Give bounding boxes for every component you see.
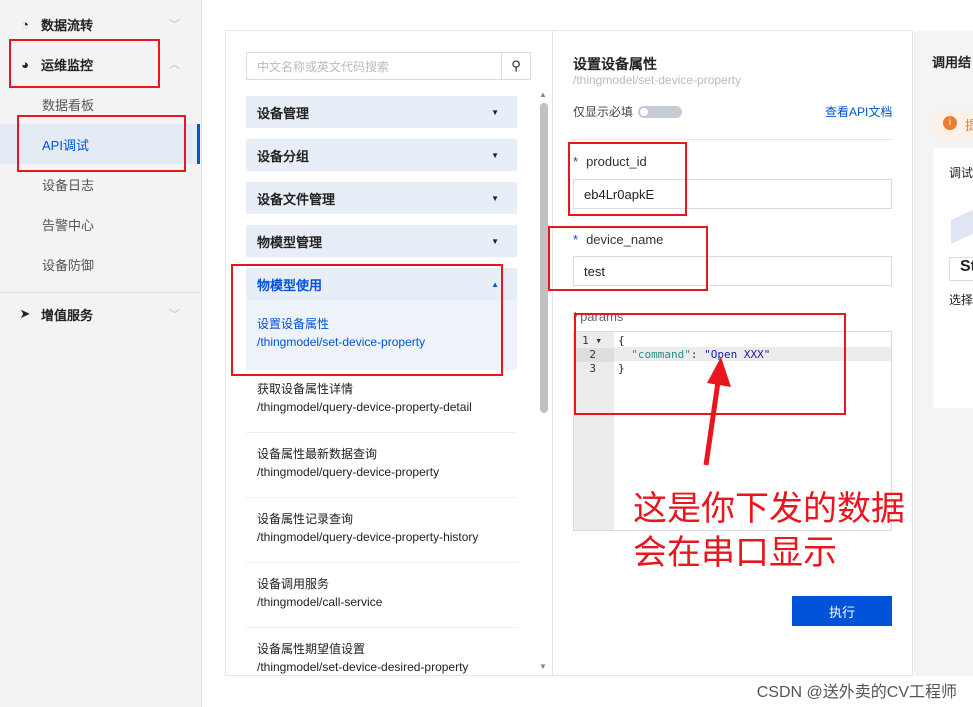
api-item[interactable]: 获取设备属性详情/thingmodel/query-device-propert…: [246, 368, 517, 433]
annotation-line: 会在串口显示: [633, 533, 837, 573]
tip-banner: i提: [933, 110, 973, 138]
category-device-management[interactable]: 设备管理 ▼: [246, 96, 517, 128]
result-panel: 调用结 i提 调试 St 选择: [914, 31, 973, 676]
annotation-line: 这是你下发的数据: [633, 489, 905, 529]
chevron-down-icon: ﹀: [169, 19, 180, 31]
api-name: 设备属性最新数据查询: [257, 447, 378, 461]
nav-group-label: 数据流转: [41, 17, 94, 33]
sidebar: ◔ 数据流转 ﹀ ◕ 运维监控 ︿ 数据看板 API调试 设备日志 告警中心 设备防御 …: [0, 0, 202, 707]
annotation-text: 这是你下发的数据 会在串口显示: [633, 487, 905, 575]
caret-down-icon: ▼: [491, 236, 499, 246]
annotation-box: [568, 142, 687, 216]
annotation-box: [548, 226, 708, 291]
api-item[interactable]: 设备属性期望值设置/thingmodel/set-device-desired-…: [246, 628, 517, 693]
caret-down-icon: ▼: [491, 193, 499, 203]
data-flow-icon: ◔: [21, 16, 29, 32]
required-only-toggle[interactable]: [638, 106, 682, 118]
api-name: 设备属性期望值设置: [257, 642, 366, 656]
illustration-icon: [951, 206, 973, 244]
sidebar-item-device-defense[interactable]: 设备防御: [0, 244, 200, 284]
result-title: 调用结: [932, 55, 972, 70]
nav-group-data-flow[interactable]: ◔ 数据流转 ﹀: [0, 4, 200, 44]
api-search-input[interactable]: 中文名称或英文代码搜索: [246, 52, 502, 80]
chevron-down-icon: ﹀: [169, 309, 180, 321]
api-path: /thingmodel/query-device-property-histor…: [257, 530, 479, 544]
divider: [552, 30, 553, 676]
category-thing-model-management[interactable]: 物模型管理 ▼: [246, 225, 517, 257]
api-path: /thingmodel/call-service: [257, 595, 383, 609]
sidebar-item-alarm-center[interactable]: 告警中心: [0, 204, 200, 244]
annotation-box: [9, 39, 160, 88]
api-item[interactable]: 设备属性最新数据查询/thingmodel/query-device-prope…: [246, 433, 517, 498]
annotation-box: [17, 115, 186, 172]
caret-down-icon: ▼: [491, 107, 499, 117]
scroll-down-icon[interactable]: ▼: [539, 662, 547, 671]
api-item[interactable]: 设备属性记录查询/thingmodel/query-device-propert…: [246, 498, 517, 563]
form-title: 设置设备属性: [573, 56, 657, 72]
api-name: 设备属性记录查询: [257, 512, 354, 526]
result-card: 调试 St 选择: [933, 148, 973, 408]
annotation-arrow-icon: [703, 357, 731, 466]
category-device-file[interactable]: 设备文件管理 ▼: [246, 182, 517, 214]
info-icon: i: [943, 116, 957, 130]
card-label: 调试: [949, 166, 973, 180]
category-label: 设备文件管理: [257, 191, 336, 207]
form-path: /thingmodel/set-device-property: [573, 73, 742, 87]
divider: [573, 139, 892, 140]
caret-down-icon: ▼: [491, 150, 499, 160]
search-icon: ⚲: [511, 58, 521, 73]
nav-group-label: 增值服务: [41, 307, 94, 323]
send-icon: ➤: [19, 306, 31, 321]
scrollbar-thumb[interactable]: [540, 103, 548, 413]
api-name: 设备调用服务: [257, 577, 330, 591]
api-path: /thingmodel/set-device-desired-property: [257, 660, 469, 674]
category-label: 物模型管理: [257, 234, 323, 250]
watermark: CSDN @送外卖的CV工程师: [756, 684, 957, 701]
required-only-label: 仅显示必填: [573, 105, 634, 119]
hint-text: 选择: [949, 293, 973, 307]
toggle-knob: [640, 108, 648, 116]
api-name: 获取设备属性详情: [257, 382, 354, 396]
api-path: /thingmodel/query-device-property: [257, 465, 440, 479]
annotation-box: [231, 264, 503, 376]
category-label: 设备管理: [257, 105, 310, 121]
api-path: /thingmodel/query-device-property-detail: [257, 400, 472, 414]
api-item[interactable]: 设备调用服务/thingmodel/call-service: [246, 563, 517, 628]
category-label: 设备分组: [257, 148, 310, 164]
scroll-up-icon[interactable]: ▲: [539, 90, 547, 99]
execute-button[interactable]: 执行: [792, 596, 892, 626]
divider: [0, 292, 200, 293]
category-device-group[interactable]: 设备分组 ▼: [246, 139, 517, 171]
view-api-doc-link[interactable]: 查看API文档: [825, 103, 892, 120]
chevron-up-icon: ︿: [169, 59, 180, 71]
nav-group-value-added[interactable]: ➤ 增值服务 ﹀: [0, 294, 200, 334]
tip-text: 提: [965, 118, 973, 133]
status-badge: St: [949, 257, 973, 281]
search-button[interactable]: ⚲: [501, 52, 531, 80]
